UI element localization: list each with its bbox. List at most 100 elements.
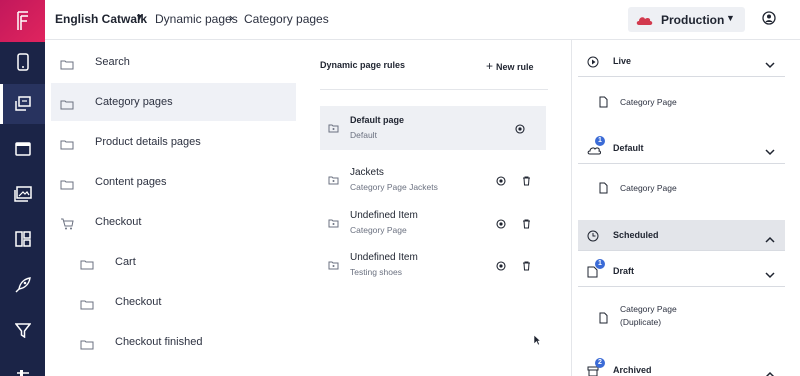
chevron-down-icon (765, 266, 775, 284)
folder-icon (60, 57, 74, 75)
cloud-icon (635, 13, 653, 31)
clock-icon (587, 229, 599, 247)
rule-item-undefined-1[interactable]: Undefined Item Category Page (320, 201, 546, 245)
list-item-label: Checkout (115, 296, 162, 308)
section-scheduled[interactable]: Scheduled (578, 220, 785, 251)
filter-icon[interactable] (0, 310, 45, 350)
rule-subtitle: Category Page (350, 225, 407, 235)
list-item-label: Checkout (95, 216, 142, 228)
version-entry-label: Category Page (620, 183, 677, 193)
rule-item-jackets[interactable]: Jackets Category Page Jackets (320, 158, 546, 202)
environment-label: Production (661, 13, 725, 27)
list-item-checkout-group[interactable]: Checkout (45, 203, 297, 241)
section-default[interactable]: 1 Default (578, 133, 785, 164)
media-icon[interactable] (0, 174, 45, 214)
pages-icon[interactable] (0, 84, 45, 124)
target-icon[interactable] (496, 216, 506, 234)
list-item-label: Checkout finished (115, 336, 203, 348)
dynamic-page-rules-panel: Dynamic page rules + New rule Default pag… (312, 40, 557, 376)
breadcrumb-dynamic-pages[interactable]: Dynamic pages (155, 12, 238, 26)
chevron-down-icon (765, 143, 775, 161)
chevron-down-icon (765, 56, 775, 74)
folder-icon (328, 257, 339, 275)
target-icon[interactable] (515, 121, 525, 139)
folder-icon (60, 137, 74, 155)
target-icon[interactable] (496, 173, 506, 191)
phone-icon[interactable] (0, 42, 45, 82)
logo-icon[interactable] (0, 0, 45, 42)
section-live[interactable]: Live (578, 46, 785, 77)
folder-icon (80, 297, 94, 315)
rule-name: Undefined Item (350, 210, 418, 221)
chevron-right-icon: › (229, 10, 234, 25)
section-title: Scheduled (613, 230, 659, 240)
section-title: Draft (613, 266, 635, 276)
count-badge: 1 (595, 259, 605, 269)
folder-icon (80, 257, 94, 275)
account-icon[interactable] (762, 11, 776, 30)
breadcrumb-category-pages: Category pages (244, 12, 329, 26)
sidebar-rail (0, 0, 45, 376)
cart-icon (60, 217, 74, 235)
target-icon[interactable] (496, 258, 506, 276)
folder-icon (328, 172, 339, 190)
rule-subtitle: Default (350, 130, 377, 140)
mouse-cursor-icon (533, 333, 542, 351)
folder-icon (60, 177, 74, 195)
folder-icon (328, 215, 339, 233)
list-item-search[interactable]: Search (45, 43, 297, 81)
trash-icon[interactable] (522, 258, 531, 276)
window-icon[interactable] (0, 129, 45, 169)
caret-down-icon: ▼ (726, 13, 735, 23)
list-item-label: Category pages (95, 96, 173, 108)
list-item-label: Product details pages (95, 136, 201, 148)
rule-item-default-page[interactable]: Default page Default (320, 106, 546, 150)
divider (320, 89, 548, 90)
rule-name: Default page (350, 115, 405, 125)
count-badge: 2 (595, 358, 605, 368)
section-title: Live (613, 56, 632, 66)
list-item-checkout-finished[interactable]: Checkout finished (45, 323, 297, 361)
trash-icon[interactable] (522, 173, 531, 191)
folder-icon (80, 337, 94, 355)
chevron-up-icon (765, 365, 775, 376)
version-entry-sublabel: (Duplicate) (620, 317, 662, 327)
version-entry-label: Category Page (620, 97, 677, 107)
caret-down-icon[interactable]: ▼ (135, 12, 144, 22)
section-draft[interactable]: 1 Draft (578, 256, 785, 287)
versions-panel: Live Category Page 1 Default Category Pa… (571, 40, 800, 376)
list-item-cart[interactable]: Cart (45, 243, 297, 281)
rocket-icon[interactable] (0, 265, 45, 305)
folder-icon (328, 120, 339, 138)
rule-name: Undefined Item (350, 252, 418, 263)
chevron-up-icon (765, 230, 775, 248)
list-item-category-pages[interactable]: Category pages (51, 83, 296, 121)
site-selector[interactable]: English Catwalk (55, 12, 147, 26)
trash-icon[interactable] (522, 216, 531, 234)
rule-subtitle: Testing shoes (350, 267, 402, 277)
new-rule-button[interactable]: + New rule (486, 59, 534, 73)
page-type-list: Search Category pages Product details pa… (45, 40, 305, 376)
top-bar: English Catwalk ▼ Dynamic pages › Catego… (45, 0, 800, 40)
list-item-label: Search (95, 56, 130, 68)
section-archived[interactable]: 2 Archived (578, 355, 785, 376)
list-item-content-pages[interactable]: Content pages (45, 163, 297, 201)
page-icon (599, 181, 608, 199)
rule-subtitle: Category Page Jackets (350, 182, 438, 192)
list-item-label: Cart (115, 256, 136, 268)
section-title: Default (613, 143, 644, 153)
page-icon (599, 311, 608, 329)
section-title: Archived (613, 365, 652, 375)
panel-title: Dynamic page rules (320, 60, 406, 70)
list-item-label: Content pages (95, 176, 167, 188)
rule-item-undefined-2[interactable]: Undefined Item Testing shoes (320, 243, 546, 287)
layout-icon[interactable] (0, 219, 45, 259)
settings-icon[interactable] (0, 353, 45, 376)
folder-icon (60, 97, 74, 115)
list-item-product-details-pages[interactable]: Product details pages (45, 123, 297, 161)
page-icon (599, 95, 608, 113)
new-rule-label: New rule (496, 62, 534, 72)
list-item-checkout[interactable]: Checkout (45, 283, 297, 321)
environment-selector[interactable]: Production ▼ (628, 7, 745, 32)
version-entry-label: Category Page (620, 304, 677, 314)
